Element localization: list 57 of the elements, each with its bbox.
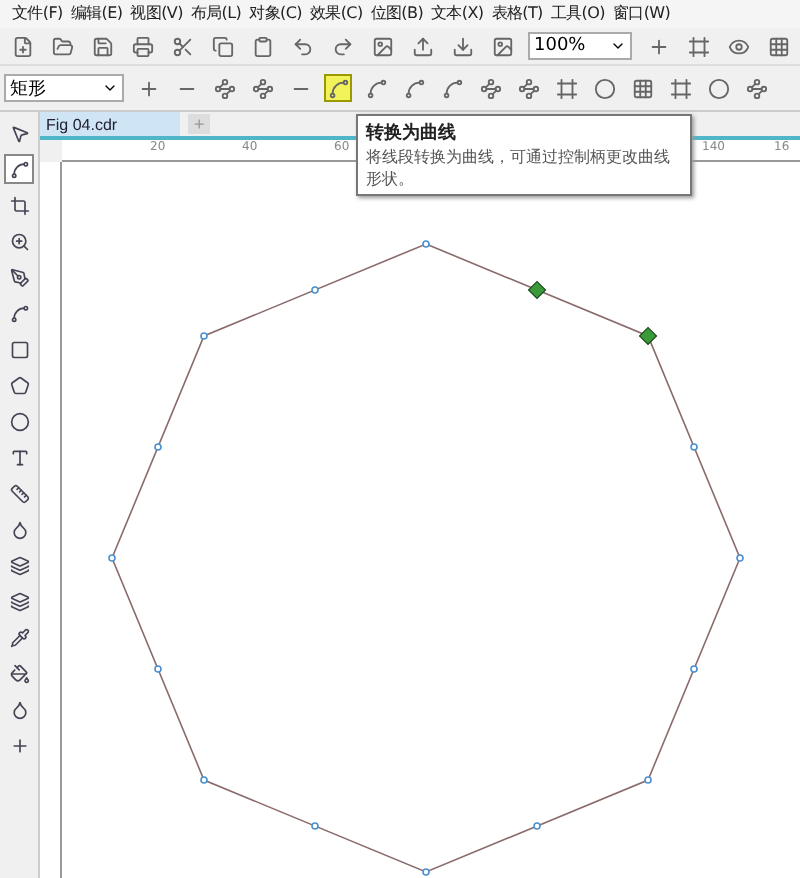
- printer-icon[interactable]: [128, 32, 156, 60]
- node[interactable]: [736, 554, 744, 562]
- shape-type-dropdown[interactable]: 矩形: [4, 74, 124, 102]
- node[interactable]: [644, 776, 652, 784]
- menu-item[interactable]: 窗口(W): [608, 0, 675, 28]
- zoom-dropdown[interactable]: 100%: [528, 32, 632, 60]
- node[interactable]: [311, 286, 319, 294]
- save-icon[interactable]: [88, 32, 116, 60]
- menu-item[interactable]: 编辑(E): [66, 0, 127, 28]
- chevron-down-icon: [610, 38, 626, 54]
- import-icon[interactable]: [408, 32, 436, 60]
- node[interactable]: [690, 443, 698, 451]
- image-icon[interactable]: [488, 32, 516, 60]
- menu-item[interactable]: 布局(L): [186, 0, 246, 28]
- node[interactable]: [533, 822, 541, 830]
- node[interactable]: [200, 332, 208, 340]
- menu-item[interactable]: 表格(T): [487, 0, 547, 28]
- nodes-icon[interactable]: [210, 74, 238, 102]
- curve-icon[interactable]: [324, 74, 352, 102]
- menu-item[interactable]: 效果(C): [305, 0, 367, 28]
- nodes-icon[interactable]: [476, 74, 504, 102]
- image-icon[interactable]: [368, 32, 396, 60]
- chevron-down-icon: [102, 80, 118, 96]
- node[interactable]: [422, 868, 430, 876]
- circle-icon[interactable]: [704, 74, 732, 102]
- grid-icon[interactable]: [628, 74, 656, 102]
- nodes-icon[interactable]: [248, 74, 276, 102]
- menu-item[interactable]: 位图(B): [366, 0, 428, 28]
- folder-icon[interactable]: [48, 32, 76, 60]
- nodes-icon[interactable]: [514, 74, 542, 102]
- curve-icon[interactable]: [400, 74, 428, 102]
- menu-item[interactable]: 视图(V): [126, 0, 187, 28]
- menu-item[interactable]: 对象(C): [245, 0, 306, 28]
- cut-icon[interactable]: [168, 32, 196, 60]
- export-icon[interactable]: [448, 32, 476, 60]
- node[interactable]: [108, 554, 116, 562]
- node[interactable]: [154, 665, 162, 673]
- copy-icon[interactable]: [208, 32, 236, 60]
- curve-icon[interactable]: [438, 74, 466, 102]
- tooltip-title: 转换为曲线: [366, 120, 458, 146]
- document-tab[interactable]: Fig 04.cdr: [40, 112, 180, 136]
- node[interactable]: [422, 240, 430, 248]
- node[interactable]: [690, 665, 698, 673]
- curve-icon[interactable]: [362, 74, 390, 102]
- menu-item[interactable]: 文件(F): [8, 0, 67, 28]
- menu-item[interactable]: 文本(X): [427, 0, 488, 28]
- selected-node[interactable]: [527, 280, 547, 300]
- nodes-icon[interactable]: [742, 74, 770, 102]
- selected-node[interactable]: [638, 326, 658, 346]
- node[interactable]: [200, 776, 208, 784]
- circle-icon[interactable]: [590, 74, 618, 102]
- menu-item[interactable]: 工具(O): [546, 0, 609, 28]
- tooltip-text: 将线段转换为曲线，可通过控制柄更改曲线形状。: [366, 146, 672, 190]
- shape-tool-icon[interactable]: [4, 154, 34, 184]
- grid-icon[interactable]: [764, 32, 792, 60]
- node[interactable]: [154, 443, 162, 451]
- node[interactable]: [311, 822, 319, 830]
